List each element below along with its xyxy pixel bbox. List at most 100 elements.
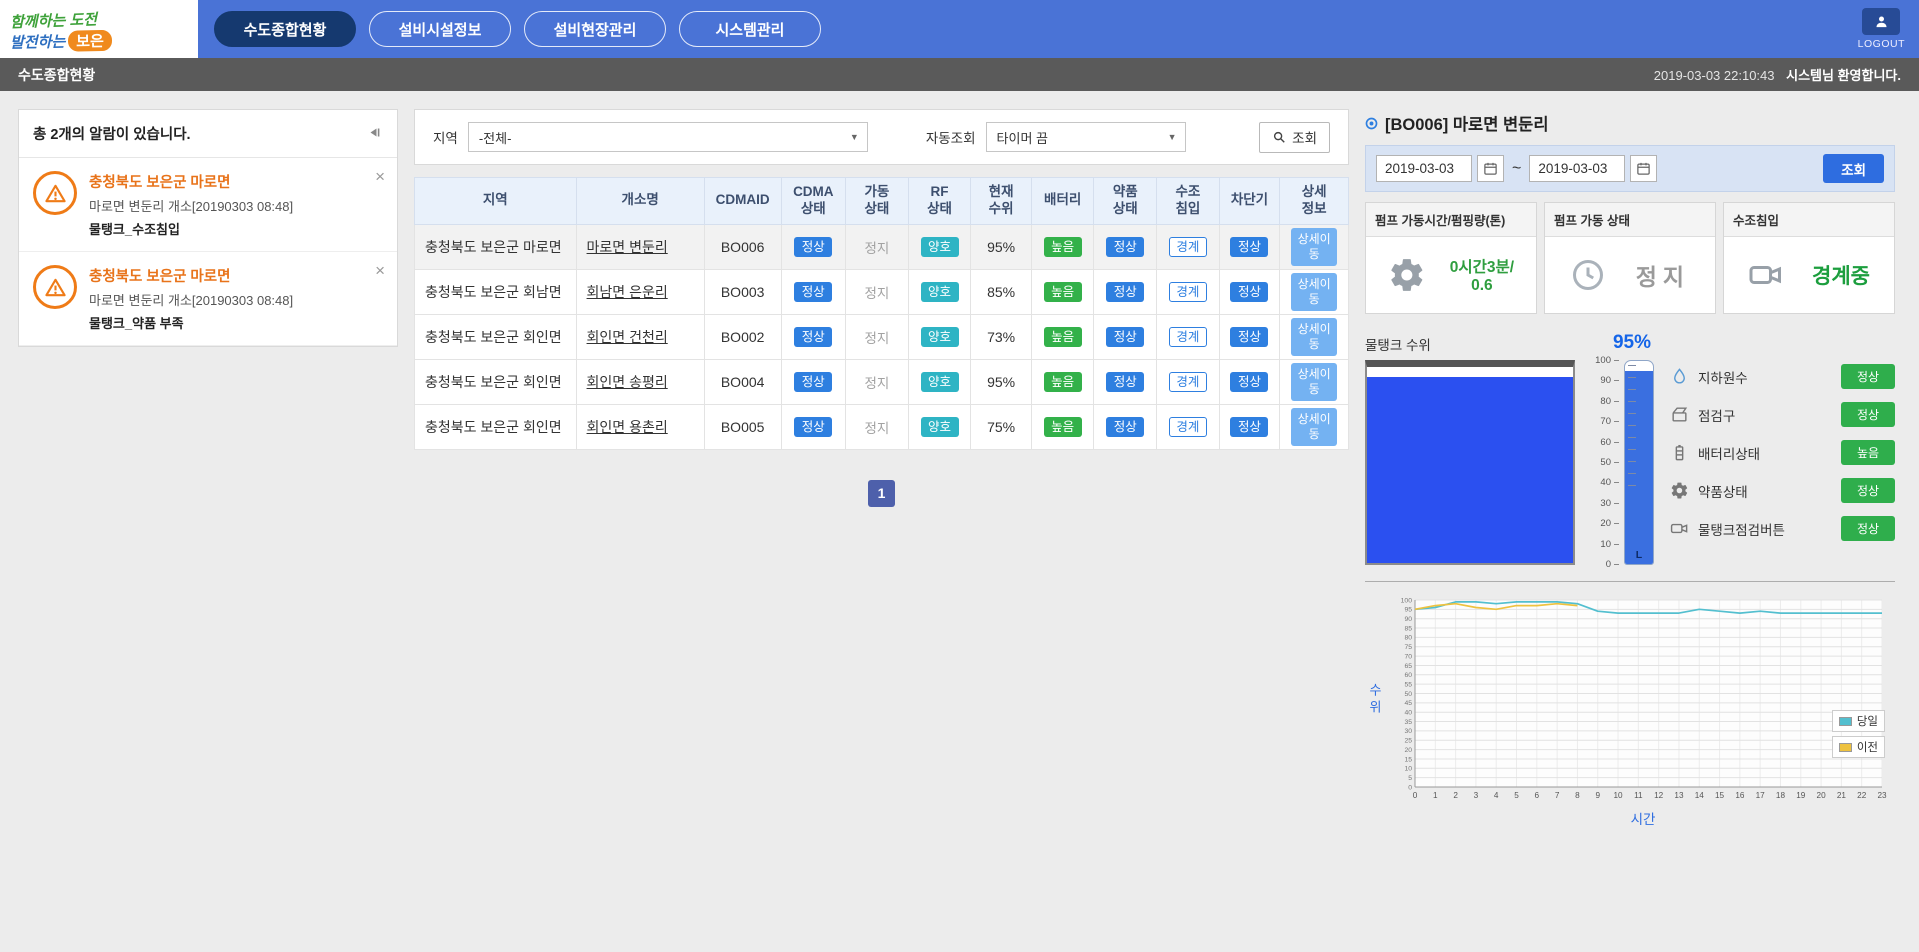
svg-text:45: 45 <box>1404 700 1412 707</box>
region-select[interactable]: -전체- ▼ <box>468 122 868 152</box>
legend-swatch-today <box>1839 717 1852 726</box>
site-name-link[interactable]: 회인면 송평리 <box>587 374 668 390</box>
collapse-alarms-button[interactable] <box>366 124 383 144</box>
search-button[interactable]: 조회 <box>1259 122 1330 153</box>
svg-text:13: 13 <box>1674 791 1684 800</box>
battery-badge: 높음 <box>1044 237 1082 258</box>
site-region-cell: 충청북도 보은군 회인면 <box>415 359 577 404</box>
detail-title-row: [BO006] 마로면 변둔리 <box>1365 111 1895 135</box>
table-row[interactable]: 충청북도 보은군 회인면 회인면 용촌리 BO005 정상 정지 양호 75% … <box>415 404 1349 449</box>
rf-status-badge: 양호 <box>921 282 959 303</box>
tank-check-camera-icon <box>1670 519 1689 538</box>
detail-panel: [BO006] 마로면 변둔리 ~ 조회 펌프 가동시간/펌핑량(톤) <box>1365 109 1895 828</box>
svg-text:55: 55 <box>1404 681 1412 688</box>
breaker-badge: 정상 <box>1230 417 1268 438</box>
svg-text:1: 1 <box>1433 791 1438 800</box>
status-badge: 정상 <box>1841 516 1895 541</box>
date-from-input[interactable] <box>1376 155 1472 182</box>
site-name-link[interactable]: 회인면 용촌리 <box>587 419 668 435</box>
svg-text:12: 12 <box>1654 791 1664 800</box>
legend-item-previous: 이전 <box>1832 736 1885 758</box>
scale-tick <box>1614 523 1619 524</box>
water-level-cell: 95% <box>971 224 1032 269</box>
site-name-link[interactable]: 회남면 은운리 <box>587 284 668 300</box>
date-to-input[interactable] <box>1529 155 1625 182</box>
svg-text:75: 75 <box>1404 644 1412 651</box>
legend-label-today: 당일 <box>1857 713 1878 729</box>
status-row: 점검구 정상 <box>1670 402 1895 427</box>
detail-search-button[interactable]: 조회 <box>1823 154 1884 183</box>
status-badge: 정상 <box>1841 364 1895 389</box>
status-badge: 정상 <box>1841 402 1895 427</box>
auto-refresh-value: 타이머 끔 <box>997 128 1048 147</box>
alarm-item: 충청북도 보은군 마로면 마로면 변둔리 개소[20190303 08:48] … <box>19 158 397 252</box>
water-level-cell: 75% <box>971 404 1032 449</box>
svg-text:14: 14 <box>1695 791 1705 800</box>
page-button-1[interactable]: 1 <box>868 480 895 507</box>
user-icon <box>1862 8 1900 35</box>
svg-text:0: 0 <box>1413 791 1418 800</box>
run-status-text: 정지 <box>865 331 890 346</box>
alarm-panel-header: 총 2개의 알람이 있습니다. <box>19 110 397 158</box>
detail-move-button[interactable]: 상세이동 <box>1291 408 1337 446</box>
run-status-text: 정지 <box>865 376 890 391</box>
close-alarm-button[interactable]: × <box>375 262 385 279</box>
svg-text:3: 3 <box>1474 791 1479 800</box>
close-alarm-button[interactable]: × <box>375 168 385 185</box>
svg-text:80: 80 <box>1404 635 1412 642</box>
run-status-text: 정지 <box>865 421 890 436</box>
nav-tab-facility-info[interactable]: 설비시설정보 <box>369 11 511 47</box>
gauge-unit-label: L <box>1625 549 1653 561</box>
intrusion-badge: 경계 <box>1169 327 1207 348</box>
site-region-cell: 충청북도 보은군 회남면 <box>415 269 577 314</box>
chemical-badge: 정상 <box>1106 327 1144 348</box>
pump-status-value: 정지 <box>1636 258 1690 292</box>
site-name-link[interactable]: 마로면 변둔리 <box>587 239 668 255</box>
detail-move-button[interactable]: 상세이동 <box>1291 318 1337 356</box>
tank-title: 물탱크 수위 <box>1365 334 1431 354</box>
status-row: 지하원수 정상 <box>1670 364 1895 389</box>
auto-refresh-select[interactable]: 타이머 끔 ▼ <box>986 122 1186 152</box>
breadcrumb-bar: 수도종합현황 2019-03-03 22:10:43 시스템님 환영합니다. <box>0 58 1919 91</box>
battery-badge: 높음 <box>1044 372 1082 393</box>
chemical-badge: 정상 <box>1106 417 1144 438</box>
pump-runtime-card: 펌프 가동시간/펌핑량(톤) 0시간3분/ 0.6 <box>1365 202 1537 314</box>
status-label: 배터리상태 <box>1698 443 1832 463</box>
site-name-link[interactable]: 회인면 건천리 <box>587 329 668 345</box>
table-row[interactable]: 충청북도 보은군 회남면 회남면 은운리 BO003 정상 정지 양호 85% … <box>415 269 1349 314</box>
nav-tab-system-management[interactable]: 시스템관리 <box>679 11 821 47</box>
table-row[interactable]: 충청북도 보은군 회인면 회인면 송평리 BO004 정상 정지 양호 95% … <box>415 359 1349 404</box>
calendar-button-from[interactable] <box>1477 155 1504 182</box>
pump-runtime-card-title: 펌프 가동시간/펌핑량(톤) <box>1366 203 1536 237</box>
table-row[interactable]: 충청북도 보은군 회인면 회인면 건천리 BO002 정상 정지 양호 73% … <box>415 314 1349 359</box>
detail-move-button[interactable]: 상세이동 <box>1291 228 1337 266</box>
svg-text:65: 65 <box>1404 663 1412 670</box>
detail-move-button[interactable]: 상세이동 <box>1291 363 1337 401</box>
logout-button[interactable]: LOGOUT <box>1858 8 1905 50</box>
table-row[interactable]: 충청북도 보은군 마로면 마로면 변둔리 BO006 정상 정지 양호 95% … <box>415 224 1349 269</box>
chevron-down-icon: ▼ <box>1168 132 1177 142</box>
site-region-cell: 충청북도 보은군 마로면 <box>415 224 577 269</box>
svg-text:85: 85 <box>1404 625 1412 632</box>
clock-icon <box>1570 257 1606 293</box>
sensor-status-list: 지하원수 정상 점검구 정상 배터리상태 높음 <box>1654 360 1895 565</box>
intrusion-badge: 경계 <box>1169 417 1207 438</box>
scale-label: 50 <box>1600 457 1611 468</box>
logo-text-line1: 함께하는 도전 <box>10 4 199 32</box>
svg-text:11: 11 <box>1634 791 1643 800</box>
column-header-detail: 상세 정보 <box>1280 178 1349 225</box>
chevron-down-icon: ▼ <box>850 132 859 142</box>
auto-refresh-label: 자동조회 <box>926 127 976 147</box>
calendar-button-to[interactable] <box>1630 155 1657 182</box>
nav-tab-water-overview[interactable]: 수도종합현황 <box>214 11 356 47</box>
status-label: 약품상태 <box>1698 481 1832 501</box>
alarm-region: 충청북도 보은군 마로면 <box>89 171 293 192</box>
nav-tab-field-management[interactable]: 설비현장관리 <box>524 11 666 47</box>
detail-move-button[interactable]: 상세이동 <box>1291 273 1337 311</box>
svg-text:4: 4 <box>1494 791 1499 800</box>
rf-status-badge: 양호 <box>921 417 959 438</box>
app-logo[interactable]: 함께하는 도전 발전하는보은 <box>0 0 198 58</box>
tank-visualization: 100 90 80 70 60 50 40 30 20 10 0 L <box>1365 360 1895 565</box>
scale-tick <box>1614 360 1619 361</box>
column-header-site-name: 개소명 <box>576 178 704 225</box>
